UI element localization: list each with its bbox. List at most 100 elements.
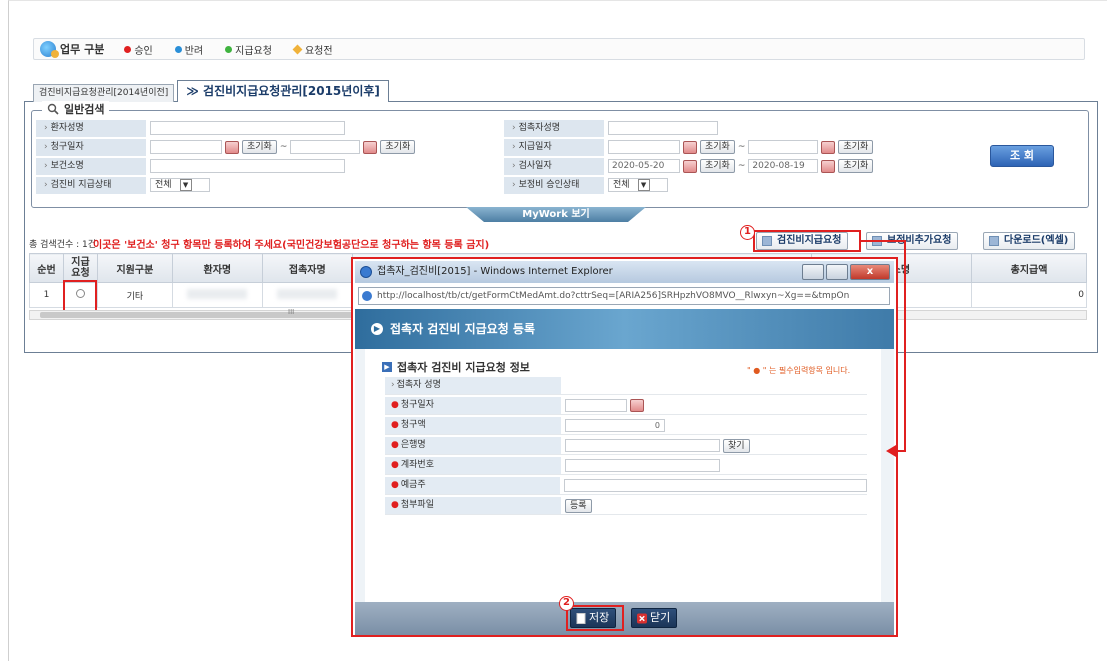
label-pay-date: 지급일자 (504, 138, 604, 156)
attach-register-button[interactable]: 등록 (565, 498, 592, 513)
required-note: " ● " 는 필수입력항목 입니다. (747, 366, 851, 375)
pay-status-select[interactable]: 전체 ▼ (150, 178, 210, 192)
col-patient-name[interactable]: 환자명 (171, 253, 263, 283)
legend-item-requested: 지급요청 (225, 42, 272, 57)
chat-bubble-icon (40, 41, 59, 58)
search-icon (47, 103, 59, 115)
col-contact-name[interactable]: 접촉자명 (261, 253, 353, 283)
download-excel-button[interactable]: 다운로드(엑셀) (983, 232, 1076, 250)
claim-date-input[interactable] (565, 399, 627, 412)
calendar-icon[interactable] (821, 159, 836, 173)
label-health-center: 보건소명 (36, 157, 146, 175)
patient-name-input[interactable] (150, 121, 345, 135)
reset-button[interactable]: 초기화 (380, 140, 416, 154)
exam-date-from-input[interactable]: 2020-05-20 (608, 159, 680, 173)
highlight-box (566, 605, 624, 631)
tab-after-2015[interactable]: ≫ 검진비지급요청관리[2015년이후] (177, 80, 389, 102)
masked-text (277, 288, 338, 299)
label-patient-name: 환자성명 (36, 119, 146, 137)
claim-date-from-input[interactable] (150, 140, 222, 154)
tab-bar: 검진비지급요청관리[2014년이전] ≫ 검진비지급요청관리[2015년이후] (33, 80, 392, 102)
excel-icon (989, 236, 999, 246)
row-patient (171, 282, 263, 308)
maximize-button[interactable] (826, 264, 848, 280)
field-claim-date: ● 청구일자 (385, 397, 867, 415)
row-subsidy-status: 보정비 승인상태 전체▼ (504, 176, 668, 194)
col-pay-request[interactable]: 지급 요청 (62, 253, 98, 283)
ie-logo-icon (360, 266, 372, 278)
col-total-amount[interactable]: 총지급액 (971, 253, 1087, 283)
claim-date-to-input[interactable] (290, 140, 361, 154)
minimize-button[interactable] (802, 264, 824, 280)
reset-button[interactable]: 초기화 (700, 140, 735, 154)
popup-titlebar: 접촉자_검진비[2015] - Windows Internet Explore… (355, 261, 894, 283)
notice-text: 이곳은 '보건소' 청구 항목만 등록하여 주세요(국민건강보험공단으로 청구하… (93, 240, 490, 251)
field-attach: ● 첨부파일 등록 (385, 497, 867, 515)
reset-button[interactable]: 초기화 (242, 140, 277, 154)
pay-date-to-input[interactable] (748, 140, 819, 154)
yellow-diamond-icon (292, 44, 303, 54)
arrow-circle-icon: ▶ (371, 323, 383, 335)
chevron-down-icon: ▼ (637, 179, 650, 191)
field-account: ● 계좌번호 (385, 457, 867, 475)
ie-logo-icon (362, 291, 372, 301)
masked-text (187, 288, 248, 299)
subsidy-status-select[interactable]: 전체 ▼ (608, 178, 668, 192)
row-pay-status: 검진비 지급상태 전체▼ (36, 176, 210, 194)
close-icon (637, 613, 647, 624)
chevron-down-icon: ▼ (179, 179, 192, 191)
calendar-icon[interactable] (225, 140, 239, 154)
row-contact (261, 282, 353, 308)
calendar-icon[interactable] (683, 140, 697, 154)
reset-button[interactable]: 초기화 (838, 159, 874, 173)
tab-before-2014[interactable]: 검진비지급요청관리[2014년이전] (33, 84, 175, 102)
red-dot-icon (124, 45, 132, 53)
legend-title: 업무 구분 (60, 43, 105, 56)
popup-window: 접촉자_검진비[2015] - Windows Internet Explore… (351, 257, 898, 637)
popup-footer: 저장 닫기 2 (355, 596, 894, 635)
bank-name-input[interactable] (565, 439, 720, 452)
row-total: 0 (971, 282, 1087, 308)
calendar-icon[interactable] (683, 159, 697, 173)
close-window-button[interactable]: x (850, 264, 890, 280)
highlight-box (753, 230, 861, 252)
pay-date-from-input[interactable] (608, 140, 680, 154)
row-pay-date: 지급일자 초기화 ~ 초기화 (504, 138, 874, 156)
step-badge-2: 2 (559, 596, 574, 611)
account-holder-input[interactable] (563, 479, 867, 492)
calendar-icon[interactable] (363, 140, 378, 154)
col-no[interactable]: 순번 (29, 253, 64, 283)
contact-name-input[interactable] (608, 121, 718, 135)
calendar-icon[interactable] (821, 140, 836, 154)
field-contact-name: › 접촉자 성명 (385, 377, 867, 395)
exam-date-to-input[interactable]: 2020-08-19 (748, 159, 819, 173)
reset-button[interactable]: 초기화 (838, 140, 874, 154)
green-dot-icon (225, 45, 233, 53)
legend-item-approved: 승인 (124, 42, 153, 57)
calendar-icon[interactable] (630, 399, 644, 412)
field-claim-amount: ● 청구액 0 (385, 417, 867, 435)
claim-amount-input[interactable]: 0 (565, 419, 665, 432)
popup-header: ▶ 접촉자 검진비 지급요청 등록 (355, 309, 894, 349)
health-center-input[interactable] (150, 159, 345, 173)
row-exam-date: 검사일자 2020-05-20 초기화 ~ 2020-08-19 초기화 (504, 157, 874, 175)
popup-body: ▶ 접촉자 검진비 지급요청 등록 ▶ 접촉자 검진비 지급요청 정보 " ● … (355, 309, 894, 635)
reset-button[interactable]: 초기화 (700, 159, 735, 173)
highlight-box (63, 280, 97, 313)
arrow-square-icon: ▶ (382, 362, 392, 372)
legend-item-rejected: 반려 (174, 42, 203, 57)
col-support-type[interactable]: 지원구분 (96, 253, 173, 283)
row-claim-date: 청구일자 초기화 ~ 초기화 (36, 138, 416, 156)
field-bank: ● 은행명 찾기 (385, 437, 867, 455)
search-panel: 일반검색 환자성명 청구일자 초기화 ~ 초기화 보건소명 검진비 지급상태 전… (31, 101, 1089, 208)
find-bank-button[interactable]: 찾기 (723, 438, 750, 453)
annotation-line (861, 240, 906, 242)
legend-item-pending: 요청전 (292, 42, 333, 57)
query-button[interactable]: 조 회 (990, 145, 1054, 167)
close-button[interactable]: 닫기 (631, 608, 678, 628)
mywork-toggle[interactable]: MyWork 보기 (466, 207, 646, 222)
account-number-input[interactable] (565, 459, 720, 472)
address-bar[interactable]: http://localhost/tb/ct/getFormCtMedAmt.d… (358, 287, 890, 305)
section-title: ▶ 접촉자 검진비 지급요청 정보 (382, 359, 530, 375)
step-badge-1: 1 (740, 225, 755, 240)
